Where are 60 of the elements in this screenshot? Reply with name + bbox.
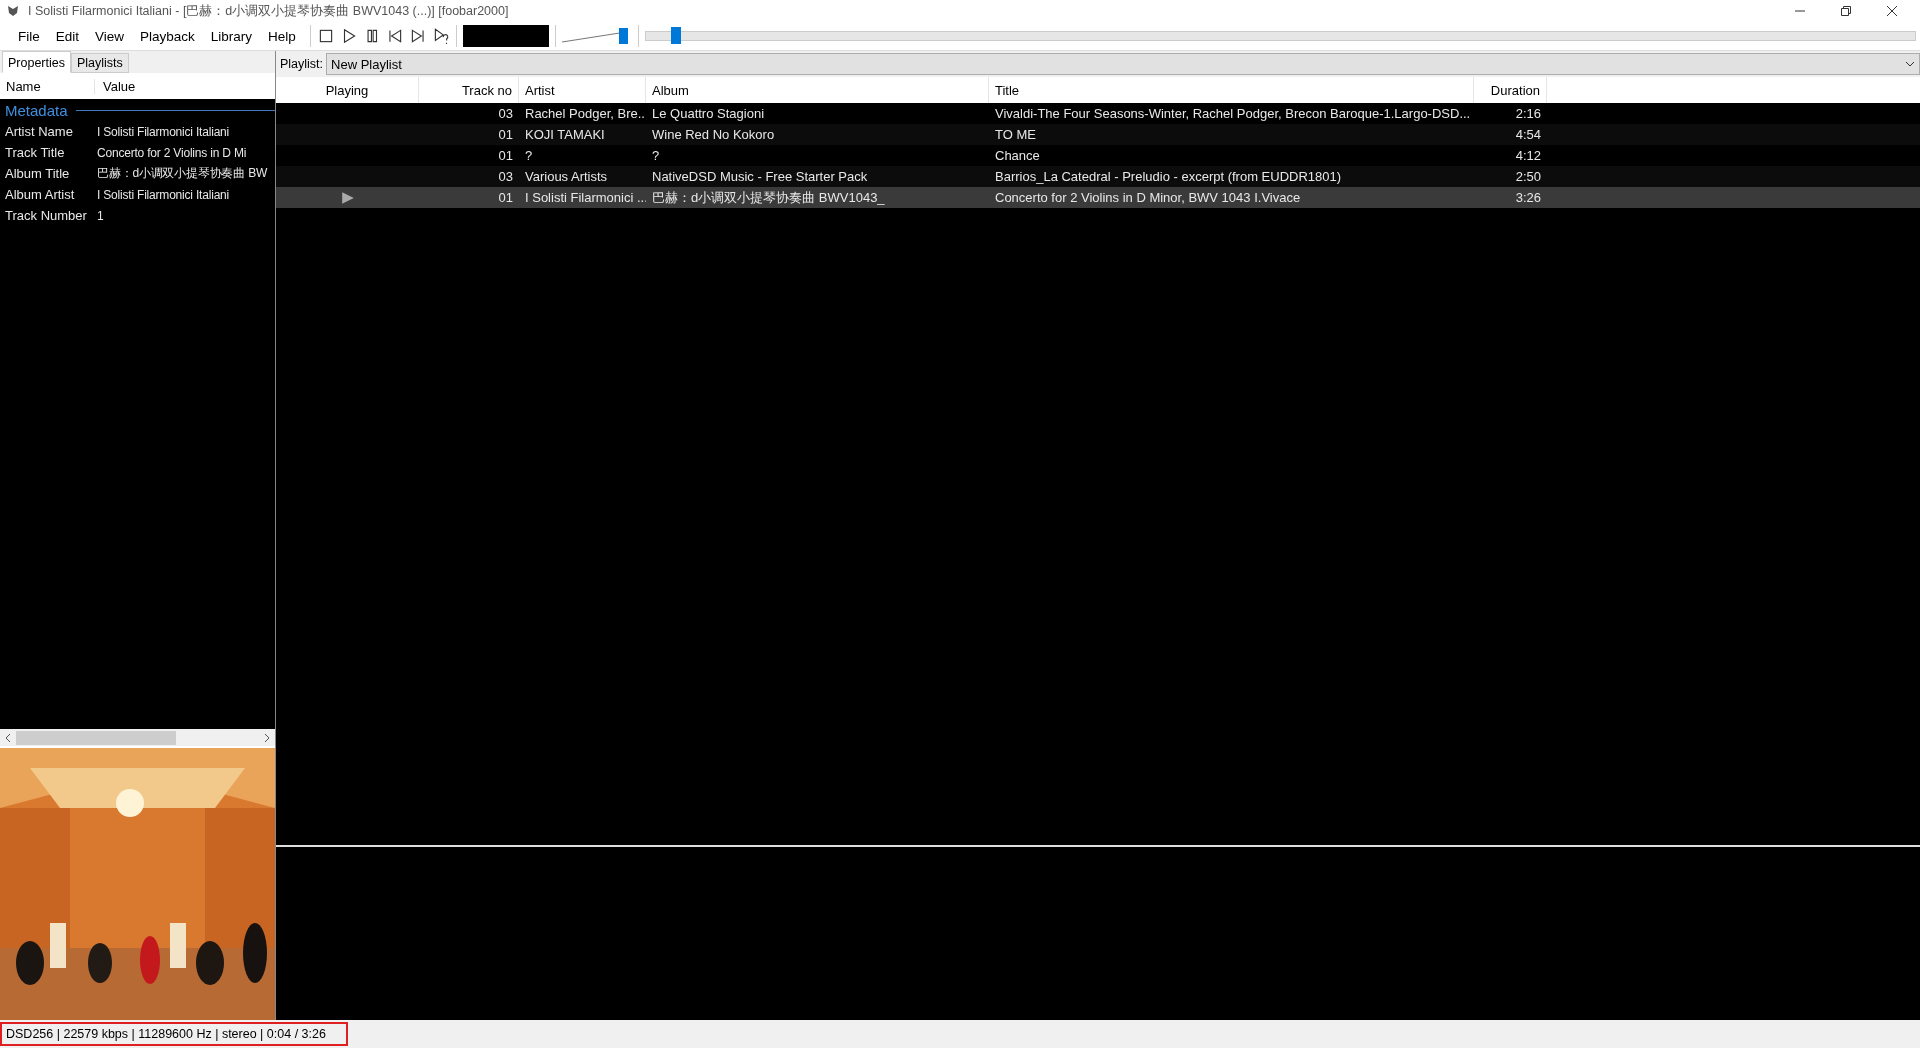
table-cell-text: Concerto for 2 Violins in D Minor, BWV 1043 I.Vivace bbox=[994, 190, 1302, 205]
table-cell-text: 2:50 bbox=[1514, 169, 1542, 184]
close-icon[interactable] bbox=[1886, 5, 1898, 17]
table-cell-text: Le Quattro Stagioni bbox=[651, 106, 766, 121]
column-header[interactable]: Value bbox=[95, 78, 136, 94]
table-cell-text: Rachel Podger, Bre... bbox=[524, 106, 646, 121]
table-cell-text: TO ME bbox=[994, 127, 1037, 142]
playlist-row[interactable]: 01 I Solisti Filarmonici ... 巴赫：d小调双小提琴协奏曲 BWV1043_ Concerto for 2 Violins in D Minor, BWV 1043 I.Vivace 3:26 bbox=[276, 187, 1920, 208]
table-cell-text: 3:26 bbox=[1514, 190, 1542, 205]
scroll-right-icon[interactable] bbox=[263, 732, 271, 743]
section-heading: Metadata bbox=[5, 101, 68, 119]
table-cell-text: ? bbox=[524, 148, 534, 163]
table-cell-text: Various Artists bbox=[524, 169, 609, 184]
table-cell-text: 巴赫：d小调双小提琴协奏曲 BWV1043_ bbox=[651, 188, 886, 207]
menu-item[interactable]: Library bbox=[202, 26, 261, 46]
property-name: Track Number bbox=[4, 208, 88, 223]
menu-item[interactable]: Help bbox=[260, 26, 304, 46]
table-cell-text: Barrios_La Catedral - Preludio - excerpt (from EUDDR1801) bbox=[994, 169, 1343, 184]
menu-item[interactable]: File bbox=[10, 26, 48, 46]
table-cell-text: KOJI TAMAKI bbox=[524, 127, 606, 142]
table-cell-text: 2:16 bbox=[1514, 106, 1542, 121]
table-cell-text: ? bbox=[651, 148, 661, 163]
window-title: I Solisti Filarmonici Italiani - [巴赫：d小调双小提琴协奏曲 BWV1043 (...)] [foobar2000] bbox=[28, 2, 510, 20]
table-cell-text: Vivaldi-The Four Seasons-Winter, Rachel Podger, Brecon Baroque-1.Largo-DSD... bbox=[994, 106, 1472, 121]
property-name: Album Title bbox=[4, 166, 71, 181]
horizontal-scrollbar[interactable] bbox=[0, 729, 275, 746]
app-icon bbox=[6, 4, 20, 18]
menu-item[interactable]: Playback bbox=[132, 26, 203, 46]
playlist-dropdown[interactable]: New Playlist bbox=[326, 53, 1920, 75]
panel-tab[interactable]: Properties bbox=[2, 51, 71, 73]
panel-tab[interactable]: Playlists bbox=[71, 53, 129, 73]
column-header[interactable]: Name bbox=[0, 78, 95, 94]
property-value: 1 bbox=[97, 208, 104, 223]
property-value: I Solisti Filarmonici Italiani bbox=[97, 124, 230, 139]
table-cell-text: 4:54 bbox=[1514, 127, 1542, 142]
property-value: 巴赫：d小调双小提琴协奏曲 BW bbox=[97, 165, 268, 182]
playlist-label: Playlist: bbox=[280, 57, 324, 71]
menu-item[interactable]: View bbox=[87, 26, 133, 46]
scroll-left-icon[interactable] bbox=[4, 732, 12, 743]
table-cell-text: 01 bbox=[497, 190, 514, 205]
property-name: Track Title bbox=[4, 145, 66, 160]
table-cell-text: 01 bbox=[497, 127, 514, 142]
status-text: DSD256 | 22579 kbps | 11289600 Hz | stereo | 0:04 / 3:26 bbox=[0, 1022, 348, 1046]
property-name: Artist Name bbox=[4, 124, 74, 139]
playlist-row[interactable]: 01 KOJI TAMAKI Wine Red No Kokoro TO ME 4:54 bbox=[276, 124, 1920, 145]
table-cell-text: I Solisti Filarmonici ... bbox=[524, 190, 646, 205]
menu-item[interactable]: Edit bbox=[47, 26, 88, 46]
table-cell-text: NativeDSD Music - Free Starter Pack bbox=[651, 169, 869, 184]
table-cell-text: Wine Red No Kokoro bbox=[651, 127, 776, 142]
table-cell-text: Chance bbox=[994, 148, 1041, 163]
restore-icon[interactable] bbox=[1840, 5, 1852, 17]
property-value: Concerto for 2 Violins in D Mi bbox=[97, 145, 247, 160]
playlist-row[interactable]: 03 Various Artists NativeDSD Music - Free Starter Pack Barrios_La Catedral - Preludio - excerpt (from EUDDR1801) 2:50 bbox=[276, 166, 1920, 187]
table-cell-text: 03 bbox=[497, 169, 514, 184]
table-cell-text: 03 bbox=[497, 106, 514, 121]
table-cell-text: 4:12 bbox=[1514, 148, 1542, 163]
table-cell-text: 01 bbox=[497, 148, 514, 163]
property-name: Album Artist bbox=[4, 187, 76, 202]
chevron-icon bbox=[1905, 61, 1915, 67]
property-value: I Solisti Filarmonici Italiani bbox=[97, 187, 230, 202]
